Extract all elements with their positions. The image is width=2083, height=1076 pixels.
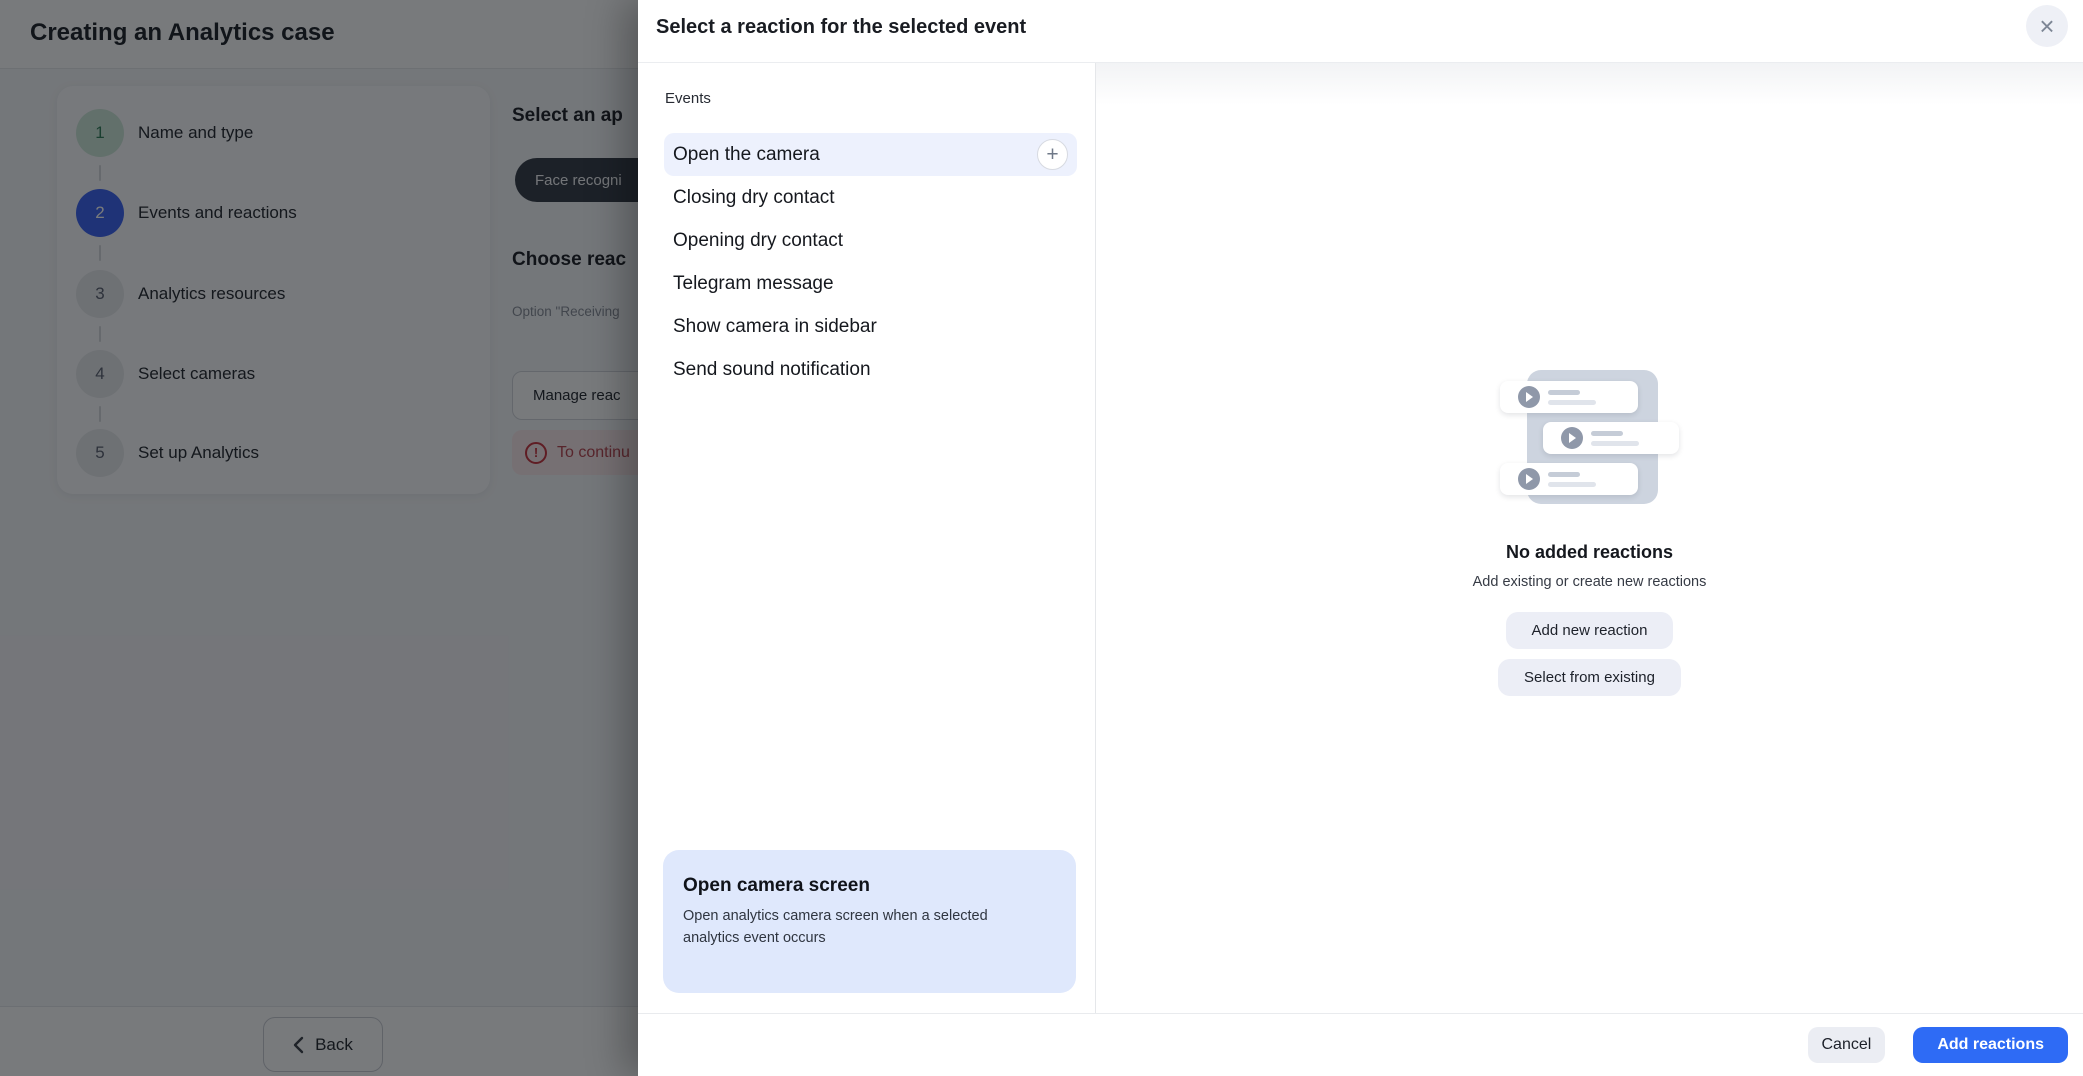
play-icon: [1518, 386, 1540, 408]
plus-icon[interactable]: +: [1037, 139, 1068, 170]
event-item-label: Telegram message: [673, 273, 834, 295]
close-icon[interactable]: ×: [2026, 5, 2068, 47]
illustration-row: [1543, 422, 1679, 454]
event-info-title: Open camera screen: [683, 875, 1056, 897]
reactions-empty-illustration: [1500, 370, 1680, 504]
illustration-row: [1500, 463, 1638, 495]
event-item-label: Open the camera: [673, 144, 820, 166]
event-info-card: Open camera screen Open analytics camera…: [663, 850, 1076, 993]
select-reaction-modal: Select a reaction for the selected event…: [638, 0, 2083, 1076]
play-icon: [1518, 468, 1540, 490]
event-info-description: Open analytics camera screen when a sele…: [683, 906, 1001, 950]
event-item-label: Opening dry contact: [673, 230, 843, 252]
events-section-label: Events: [665, 90, 711, 107]
reactions-panel: No added reactions Add existing or creat…: [1096, 63, 2083, 1013]
add-reactions-button[interactable]: Add reactions: [1913, 1027, 2068, 1063]
empty-state-title: No added reactions: [1506, 542, 1673, 563]
cancel-button[interactable]: Cancel: [1808, 1027, 1886, 1063]
play-icon: [1561, 427, 1583, 449]
app-root: Creating an Analytics case 1 Name and ty…: [0, 0, 2083, 1076]
event-item-show-camera-in-sidebar[interactable]: Show camera in sidebar: [664, 305, 1077, 348]
event-item-label: Send sound notification: [673, 359, 871, 381]
modal-footer: Cancel Add reactions: [638, 1013, 2083, 1076]
event-list: Open the camera + Closing dry contact Op…: [664, 133, 1077, 391]
event-item-closing-dry-contact[interactable]: Closing dry contact: [664, 176, 1077, 219]
events-panel: Events Open the camera + Closing dry con…: [638, 63, 1096, 1013]
event-item-opening-dry-contact[interactable]: Opening dry contact: [664, 219, 1077, 262]
event-item-label: Show camera in sidebar: [673, 316, 877, 338]
event-item-send-sound-notification[interactable]: Send sound notification: [664, 348, 1077, 391]
event-item-telegram-message[interactable]: Telegram message: [664, 262, 1077, 305]
modal-body: Events Open the camera + Closing dry con…: [638, 63, 2083, 1013]
modal-title: Select a reaction for the selected event: [656, 16, 1026, 39]
add-new-reaction-button[interactable]: Add new reaction: [1506, 612, 1674, 649]
event-item-label: Closing dry contact: [673, 187, 835, 209]
empty-state: No added reactions Add existing or creat…: [1473, 370, 1707, 706]
event-item-open-the-camera[interactable]: Open the camera +: [664, 133, 1077, 176]
empty-state-subtitle: Add existing or create new reactions: [1473, 574, 1707, 590]
modal-header: Select a reaction for the selected event…: [638, 0, 2083, 63]
illustration-row: [1500, 381, 1638, 413]
select-from-existing-button[interactable]: Select from existing: [1498, 659, 1681, 696]
